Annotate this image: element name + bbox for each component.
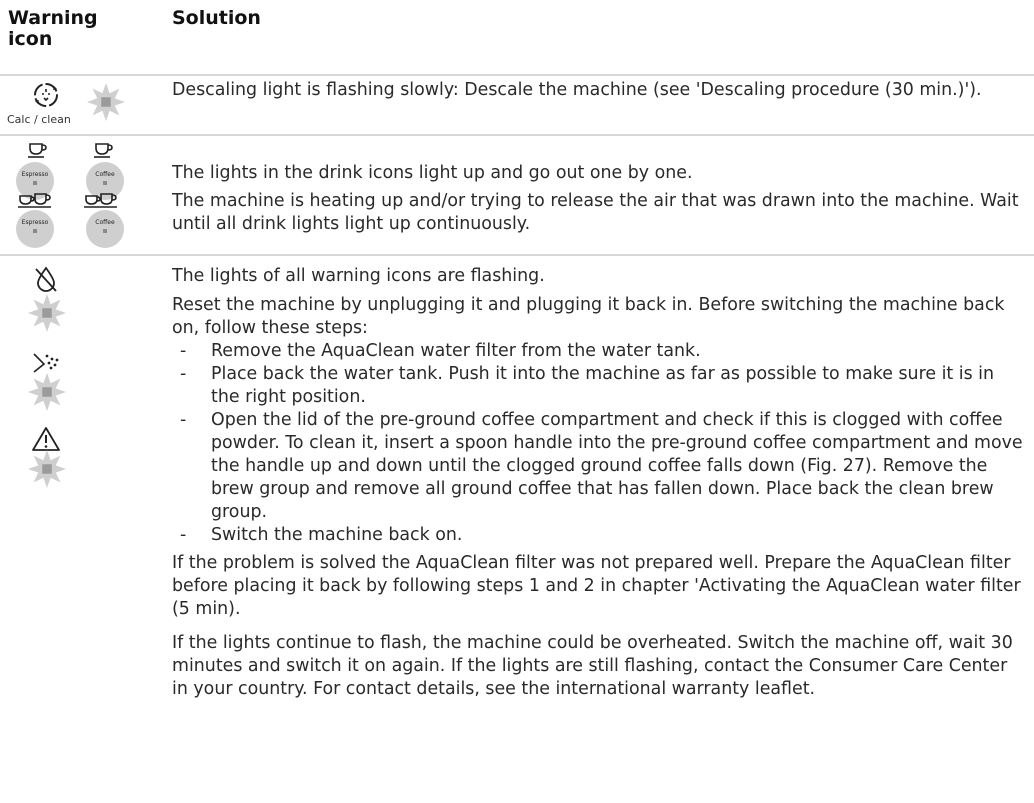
reset-step: - Open the lid of the pre-ground coffee c… xyxy=(180,410,1023,522)
row-drink-lights-text: The lights in the drink icons light up a… xyxy=(172,163,693,183)
espresso-cup-icon xyxy=(26,141,50,161)
header-divider xyxy=(0,74,1034,76)
warning-triangle-icon xyxy=(32,427,60,451)
row-divider-1 xyxy=(0,134,1034,136)
coffee-grounds-icon xyxy=(33,353,59,373)
row-all-lights-text: The lights of all warning icons are flas… xyxy=(172,266,545,286)
column-header-solution: Solution xyxy=(172,7,261,29)
double-espresso-button: Espresso xyxy=(16,210,54,248)
coffee-cup-icon xyxy=(92,141,116,161)
double-coffee-cup-icon xyxy=(84,191,120,211)
column-header-warning-icon: Warning icon xyxy=(8,7,98,50)
row-overheat-text: If the lights continue to flash, the mac… xyxy=(172,633,1013,699)
row-descaling-text: Descaling light is flashing slowly: Desc… xyxy=(172,80,982,100)
flashing-light-icon xyxy=(28,294,66,332)
calc-clean-label: Calc / clean xyxy=(7,113,71,126)
reset-step: - Switch the machine back on. xyxy=(180,525,463,545)
row-heating-text: The machine is heating up and/or trying … xyxy=(172,191,1019,234)
no-water-icon xyxy=(35,266,57,292)
flashing-light-icon xyxy=(28,373,66,411)
row-reset-text: Reset the machine by unplugging it and p… xyxy=(172,295,1005,338)
calc-clean-icon xyxy=(34,83,58,107)
double-coffee-button: Coffee xyxy=(86,210,124,248)
row-filter-text: If the problem is solved the AquaClean f… xyxy=(172,553,1021,619)
reset-step: - Place back the water tank. Push it into… xyxy=(180,364,995,407)
flashing-light-icon xyxy=(87,83,125,121)
flashing-light-icon xyxy=(28,450,66,488)
reset-step: - Remove the AquaClean water filter from … xyxy=(180,341,701,361)
double-espresso-cup-icon xyxy=(18,191,54,211)
row-divider-2 xyxy=(0,254,1034,256)
